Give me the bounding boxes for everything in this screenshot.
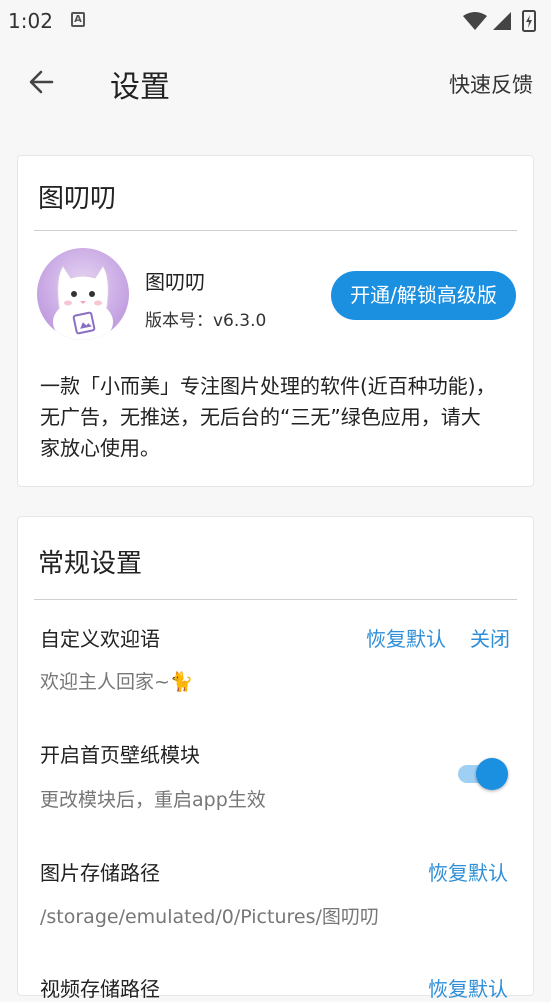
status-icons: [463, 10, 536, 32]
app-description: 一款「小而美」专注图片处理的软件(近百种功能)，无广告，无推送，无后台的“三无”…: [40, 374, 496, 460]
about-card-title: 图叨叨: [38, 184, 117, 214]
image-path-label: 图片存储路径: [40, 861, 160, 885]
welcome-message-value[interactable]: 欢迎主人回家~🐈: [40, 667, 194, 694]
app-logo-avatar: [37, 248, 129, 340]
divider: [34, 599, 517, 600]
wifi-icon: [463, 12, 487, 30]
welcome-message-label: 自定义欢迎语: [40, 627, 160, 651]
status-time: 1:02: [8, 9, 53, 33]
page-title: 设置: [110, 70, 170, 105]
image-path-value[interactable]: /storage/emulated/0/Pictures/图叨叨: [40, 902, 379, 929]
app-bar: 设置 快速反馈: [0, 40, 551, 126]
video-path-label: 视频存储路径: [40, 977, 160, 1001]
app-version: 版本号：v6.3.0: [145, 311, 267, 331]
back-arrow-icon[interactable]: [22, 62, 62, 102]
about-card: 图叨叨 图叨叨 版本号：v6.3.0 开通/解锁高级版 一款「小而美」专注图片处…: [17, 155, 534, 487]
notification-icon: A: [71, 12, 85, 27]
wallpaper-module-hint: 更改模块后，重启app生效: [40, 789, 266, 811]
welcome-close-button[interactable]: 关闭: [470, 623, 510, 652]
general-settings-title: 常规设置: [38, 549, 143, 579]
signal-icon: [493, 12, 511, 30]
cat-icon: [53, 265, 113, 340]
app-name: 图叨叨: [145, 270, 205, 294]
video-path-restore-default-button[interactable]: 恢复默认: [428, 973, 508, 1002]
divider: [34, 230, 517, 231]
wallpaper-module-label: 开启首页壁纸模块: [40, 743, 200, 767]
feedback-button[interactable]: 快速反馈: [449, 69, 533, 99]
image-path-restore-default-button[interactable]: 恢复默认: [428, 857, 508, 886]
wallpaper-module-toggle[interactable]: [456, 757, 508, 793]
welcome-restore-default-button[interactable]: 恢复默认: [366, 623, 446, 652]
status-bar: 1:02 A: [0, 0, 551, 40]
toggle-thumb: [476, 758, 508, 790]
unlock-premium-button[interactable]: 开通/解锁高级版: [331, 271, 516, 320]
general-settings-card: 常规设置 自定义欢迎语 恢复默认 关闭 欢迎主人回家~🐈 开启首页壁纸模块 更改…: [17, 516, 534, 1001]
